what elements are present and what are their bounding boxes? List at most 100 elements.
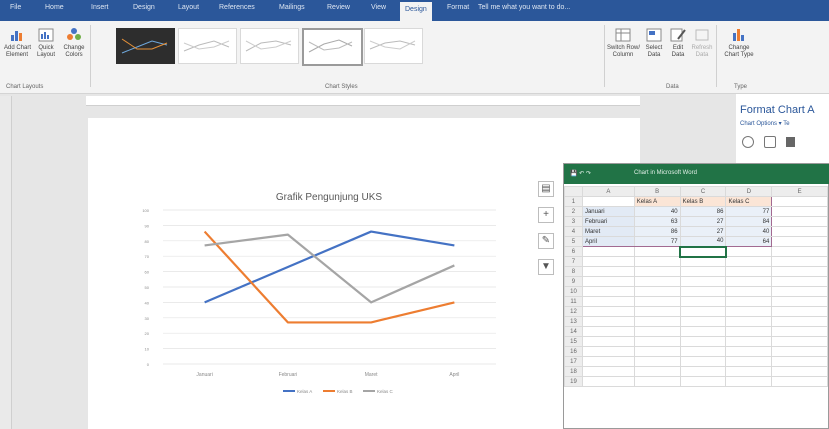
cell[interactable] xyxy=(679,276,727,287)
chart-style-5[interactable] xyxy=(364,28,423,64)
cell[interactable] xyxy=(725,256,773,267)
cell[interactable]: April xyxy=(581,236,635,247)
cell[interactable]: Kelas C xyxy=(725,196,773,207)
row-header[interactable]: 19 xyxy=(564,376,583,387)
cell[interactable] xyxy=(725,286,773,297)
tab-chart-design[interactable]: Design xyxy=(400,2,432,21)
cell[interactable]: 63 xyxy=(633,216,681,227)
row-header[interactable]: 7 xyxy=(564,256,583,267)
cell[interactable] xyxy=(581,276,635,287)
edit-data-button[interactable]: Edit Data xyxy=(667,27,689,59)
row-header[interactable]: 15 xyxy=(564,336,583,347)
cell[interactable] xyxy=(581,346,635,357)
select-all-corner[interactable] xyxy=(564,186,583,197)
cell[interactable]: 77 xyxy=(725,206,773,217)
cell[interactable] xyxy=(633,356,681,367)
horizontal-ruler[interactable] xyxy=(86,96,640,106)
cell[interactable] xyxy=(771,246,828,257)
cell[interactable] xyxy=(633,336,681,347)
chart-style-3[interactable] xyxy=(240,28,299,64)
tell-me-search[interactable]: Tell me what you want to do... xyxy=(478,4,570,11)
chart-styles-brush-icon[interactable]: ✎ xyxy=(538,233,554,249)
change-colors-button[interactable]: Change Colors xyxy=(61,27,87,59)
effects-icon[interactable] xyxy=(764,136,776,148)
cell[interactable] xyxy=(581,326,635,337)
cell[interactable]: Februari xyxy=(581,216,635,227)
cell[interactable] xyxy=(771,256,828,267)
cell[interactable]: Kelas A xyxy=(633,196,681,207)
cell[interactable] xyxy=(581,306,635,317)
row-header[interactable]: 5 xyxy=(564,236,583,247)
cell[interactable] xyxy=(771,336,828,347)
chart-style-1[interactable] xyxy=(116,28,175,64)
switch-row-column-button[interactable]: Switch Row/ Column xyxy=(607,27,640,59)
cell[interactable] xyxy=(633,296,681,307)
chart-options-dropdown[interactable]: Chart Options ▾ Te xyxy=(740,120,790,127)
excel-title-bar[interactable]: 💾 ↶ ↷ Chart in Microsoft Word xyxy=(564,164,829,184)
cell[interactable] xyxy=(581,246,635,257)
cell[interactable] xyxy=(771,196,828,207)
tab-insert[interactable]: Insert xyxy=(91,4,109,11)
cell[interactable] xyxy=(679,366,727,377)
row-header[interactable]: 10 xyxy=(564,286,583,297)
row-header[interactable]: 14 xyxy=(564,326,583,337)
cell[interactable] xyxy=(581,296,635,307)
cell[interactable] xyxy=(771,366,828,377)
cell[interactable] xyxy=(725,326,773,337)
chart-filters-icon[interactable]: ▼ xyxy=(538,259,554,275)
cell[interactable] xyxy=(725,346,773,357)
tab-file[interactable]: File xyxy=(10,4,21,11)
cell[interactable] xyxy=(679,286,727,297)
cell[interactable] xyxy=(771,296,828,307)
row-header[interactable]: 18 xyxy=(564,366,583,377)
cell[interactable]: Januari xyxy=(581,206,635,217)
add-chart-element-button[interactable]: Add Chart Element xyxy=(4,27,31,59)
cell[interactable] xyxy=(679,256,727,267)
cell[interactable] xyxy=(679,306,727,317)
chart-elements-plus-icon[interactable]: + xyxy=(538,207,554,223)
cell[interactable] xyxy=(633,366,681,377)
cell[interactable] xyxy=(725,296,773,307)
row-header[interactable]: 16 xyxy=(564,346,583,357)
row-header[interactable]: 12 xyxy=(564,306,583,317)
cell[interactable] xyxy=(633,326,681,337)
cell[interactable] xyxy=(581,266,635,277)
tab-design[interactable]: Design xyxy=(133,4,155,11)
cell[interactable] xyxy=(633,266,681,277)
cell[interactable] xyxy=(771,316,828,327)
cell[interactable]: 64 xyxy=(725,236,773,247)
cell[interactable] xyxy=(581,316,635,327)
row-header[interactable]: 3 xyxy=(564,216,583,227)
row-header[interactable]: 13 xyxy=(564,316,583,327)
fill-line-icon[interactable] xyxy=(742,136,754,148)
cell[interactable] xyxy=(771,376,828,387)
column-header-a[interactable]: A xyxy=(581,186,635,197)
cell[interactable]: 86 xyxy=(633,226,681,237)
cell[interactable] xyxy=(725,316,773,327)
refresh-data-button[interactable]: Refresh Data xyxy=(691,27,713,59)
column-header-e[interactable]: E xyxy=(771,186,828,197)
cell[interactable] xyxy=(633,316,681,327)
cell[interactable] xyxy=(633,256,681,267)
cell[interactable]: 40 xyxy=(633,206,681,217)
cell[interactable] xyxy=(633,286,681,297)
cell[interactable] xyxy=(771,326,828,337)
cell[interactable] xyxy=(581,376,635,387)
cell[interactable] xyxy=(725,246,773,257)
cell[interactable] xyxy=(771,306,828,317)
quick-layout-button[interactable]: Quick Layout xyxy=(33,27,59,59)
cell[interactable] xyxy=(725,376,773,387)
change-chart-type-button[interactable]: Change Chart Type xyxy=(722,27,756,59)
cell[interactable] xyxy=(633,346,681,357)
layout-options-icon[interactable]: ▤ xyxy=(538,181,554,197)
cell[interactable]: 84 xyxy=(725,216,773,227)
cell[interactable] xyxy=(679,336,727,347)
cell[interactable] xyxy=(679,376,727,387)
cell[interactable]: 86 xyxy=(679,206,727,217)
cell[interactable] xyxy=(771,236,828,247)
column-header-c[interactable]: C xyxy=(679,186,727,197)
cell[interactable] xyxy=(679,346,727,357)
cell[interactable] xyxy=(633,276,681,287)
cell[interactable] xyxy=(771,266,828,277)
chart-style-4-selected[interactable] xyxy=(302,28,363,66)
